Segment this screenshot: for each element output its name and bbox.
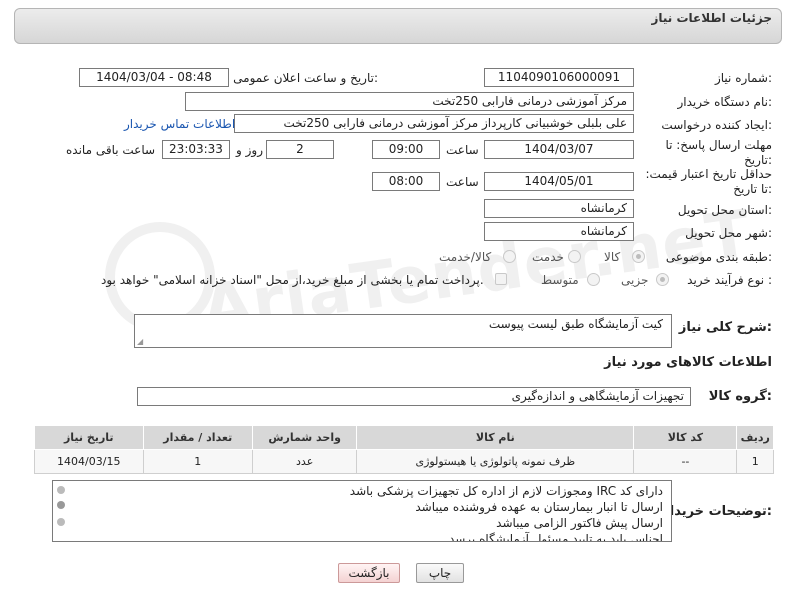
description-label: شرح کلی نیاز: xyxy=(678,320,772,335)
scroll-down-icon[interactable] xyxy=(57,518,65,526)
days-field: 2 xyxy=(266,140,334,159)
deadline-time-field: 09:00 xyxy=(372,140,440,159)
col-code: کد کالا xyxy=(633,425,738,450)
notes-line: ارسال پیش فاکتور الزامی میباشد xyxy=(496,516,663,530)
validity-time-field: 08:00 xyxy=(372,172,440,191)
deadline-label: مهلت ارسال پاسخ: تا تاریخ: xyxy=(665,138,772,167)
scroll-thumb[interactable] xyxy=(57,501,65,509)
process-medium-radio[interactable] xyxy=(587,273,600,286)
notes-field: دارای کد IRC ومجوزات لازم از اداره کل تج… xyxy=(52,480,672,542)
process-minor-radio[interactable] xyxy=(656,273,669,286)
cell-qty: 1 xyxy=(142,449,254,474)
announce-field: 1404/03/04 - 08:48 xyxy=(79,68,229,87)
treasury-note: پرداخت تمام یا بخشی از مبلغ خرید،از محل … xyxy=(101,273,484,287)
cell-unit: عدد xyxy=(252,449,358,474)
need-number-label: شماره نیاز: xyxy=(714,71,772,85)
city-label: شهر محل تحویل: xyxy=(685,226,772,240)
deadline-time-label: ساعت xyxy=(446,143,479,157)
creator-label: ایجاد کننده درخواست: xyxy=(661,118,772,132)
col-unit: واحد شمارش xyxy=(252,425,358,450)
process-minor-label: جزیی xyxy=(621,273,649,287)
process-label: نوع فرآیند خرید : xyxy=(687,273,772,287)
category-label: طبقه بندی موضوعی: xyxy=(665,250,772,264)
need-number-field: 1104090106000091 xyxy=(484,68,634,87)
resize-grip-icon[interactable]: ◢ xyxy=(137,337,143,346)
notes-line: دارای کد IRC ومجوزات لازم از اداره کل تج… xyxy=(349,484,663,498)
announce-label: تاریخ و ساعت اعلان عمومی: xyxy=(233,71,378,85)
validity-date-field: 1404/05/01 xyxy=(484,172,634,191)
description-text: کیت آزمایشگاه طبق لیست پیوست xyxy=(488,317,663,331)
notes-scrollbar[interactable] xyxy=(54,482,68,540)
col-qty: تعداد / مقدار xyxy=(142,425,254,450)
col-date: تاریخ نیاز xyxy=(34,425,144,450)
deadline-date-field: 1404/03/07 xyxy=(484,140,634,159)
goods-section-title: اطلاعات کالاهای مورد نیاز xyxy=(604,355,772,370)
validity-label: حداقل تاریخ اعتبار قیمت: تا تاریخ: xyxy=(645,167,772,196)
category-goods-radio[interactable] xyxy=(632,250,645,263)
scroll-up-icon[interactable] xyxy=(57,486,65,494)
province-label: استان محل تحویل: xyxy=(677,203,772,217)
treasury-checkbox[interactable] xyxy=(495,273,507,285)
cell-code: -- xyxy=(633,449,738,474)
notes-line: ارسال تا انبار بیمارستان به عهده فروشنده… xyxy=(415,500,663,514)
process-medium-label: متوسط xyxy=(541,273,579,287)
cell-date: 1404/03/15 xyxy=(34,449,144,474)
category-goods-label: کالا xyxy=(604,250,621,264)
days-label: روز و xyxy=(236,143,263,157)
cell-name: ظرف نمونه پاتولوژی یا هیستولوژی xyxy=(356,449,635,474)
notes-label: توضیحات خریدار: xyxy=(662,504,772,519)
table-row[interactable]: 1 -- ظرف نمونه پاتولوژی یا هیستولوژی عدد… xyxy=(34,449,774,474)
remaining-label: ساعت باقی مانده xyxy=(66,143,156,157)
contact-buyer-link[interactable]: اطلاعات تماس خریدار xyxy=(124,117,235,131)
group-field: تجهیزات آزمایشگاهی و اندازه‌گیری xyxy=(137,387,691,406)
category-service-radio[interactable] xyxy=(568,250,581,263)
table-header-row: ردیف کد کالا نام کالا واحد شمارش تعداد /… xyxy=(34,425,774,450)
category-both-label: کالا/خدمت xyxy=(439,250,492,264)
category-both-radio[interactable] xyxy=(503,250,516,263)
page-title: جزئیات اطلاعات نیاز xyxy=(651,11,772,25)
group-label: گروه کالا: xyxy=(708,389,772,404)
category-service-label: خدمت xyxy=(532,250,564,264)
notes-line: اجناس باید به تایید مسئول آزمایشگاه برسد xyxy=(448,532,663,542)
back-button[interactable]: بازگشت xyxy=(338,563,400,583)
cell-row: 1 xyxy=(736,449,774,474)
creator-field: علی بلبلی خوشبیانی کارپرداز مرکز آموزشی … xyxy=(234,114,634,133)
col-name: نام کالا xyxy=(356,425,635,450)
items-table: ردیف کد کالا نام کالا واحد شمارش تعداد /… xyxy=(34,425,774,474)
buyer-label: نام دستگاه خریدار: xyxy=(677,95,773,109)
buyer-field: مرکز آموزشی درمانی فارابی 250تخت xyxy=(185,92,634,111)
remaining-time-field: 23:03:33 xyxy=(162,140,230,159)
city-field: کرمانشاه xyxy=(484,222,634,241)
province-field: کرمانشاه xyxy=(484,199,634,218)
print-button[interactable]: چاپ xyxy=(416,563,464,583)
col-row: ردیف xyxy=(736,425,774,450)
validity-time-label: ساعت xyxy=(446,175,479,189)
description-field: کیت آزمایشگاه طبق لیست پیوست xyxy=(134,314,672,348)
